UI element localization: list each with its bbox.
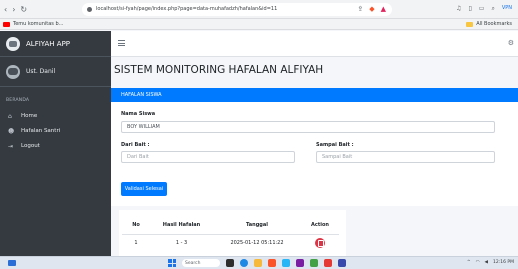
sidebar-item-label: Hafalan Santri: [21, 128, 61, 134]
vscode-icon[interactable]: [282, 259, 290, 267]
brave-icon[interactable]: [268, 259, 276, 267]
hafalan-card: HAFALAN SISWA: [111, 88, 518, 206]
taskbar-time[interactable]: 12:16 PM: [493, 260, 514, 265]
table-row: 1 1 - 3 2025-01-12 05:11:22: [122, 233, 339, 251]
brand-text: ALFIYAH APP: [26, 39, 71, 48]
column-header: Action: [311, 222, 329, 229]
music-icon[interactable]: ♫: [456, 5, 461, 13]
sampai-bait-input[interactable]: Sampai Bait: [316, 151, 495, 163]
taskbar-search[interactable]: Search: [182, 259, 220, 267]
task-view-icon[interactable]: [226, 259, 234, 267]
volume-icon[interactable]: ◀: [485, 260, 488, 265]
folder-icon: [466, 21, 474, 27]
sampai-bait-label: Sampai Bait :: [316, 142, 354, 148]
brave-rewards-icon[interactable]: ▲: [381, 5, 386, 13]
forward-icon[interactable]: ›: [12, 5, 15, 14]
settings-icon[interactable]: ⚙: [508, 39, 514, 47]
top-navbar: ⚙: [111, 31, 518, 57]
cell-hasil-hafalan: 1 - 3: [150, 233, 213, 251]
users-icon: ☻: [8, 127, 15, 135]
app-icon[interactable]: [310, 259, 318, 267]
taskbar: Search ^ ◠ ◀ 12:16 PM: [0, 256, 518, 269]
search-icon[interactable]: ⌕: [491, 5, 494, 13]
user-name: Ust. Danil: [26, 68, 56, 75]
file-explorer-icon[interactable]: [254, 259, 262, 267]
reload-icon[interactable]: ↻: [20, 5, 27, 14]
cell-tanggal: 2025-01-12 05:11:22: [213, 233, 301, 251]
sidebar-item-label: Home: [21, 113, 38, 119]
sidebar: ALFIYAH APP Ust. Danil BERANDA ⌂ Home ☻ …: [0, 31, 111, 256]
wifi-icon[interactable]: ◠: [476, 260, 480, 265]
logout-icon: ⇥: [8, 142, 14, 150]
browser-toolbar: ‹ › ↻ localhost/si-fyah/page/index.php?p…: [0, 0, 518, 19]
dari-bait-label: Dari Bait :: [121, 142, 150, 148]
widgets-icon[interactable]: [8, 260, 16, 266]
nama-siswa-field[interactable]: BOY WILLIAM: [121, 121, 495, 133]
site-info-icon[interactable]: [87, 6, 92, 12]
back-icon[interactable]: ‹: [4, 5, 7, 14]
sidebar-item-hafalan-santri[interactable]: ☻ Hafalan Santri: [0, 124, 111, 138]
sidebar-icon[interactable]: ▯: [468, 5, 471, 13]
table-header-row: No Hasil Hafalan Tanggal Action: [122, 217, 339, 234]
page-title: SISTEM MONITORING HAFALAN ALFIYAH: [114, 64, 324, 76]
vpn-button[interactable]: VPN: [502, 5, 512, 13]
brand-link[interactable]: ALFIYAH APP: [0, 31, 111, 57]
home-icon: ⌂: [8, 112, 12, 120]
browser-extensions: ♫ ▯ ▭ ⌕ VPN: [456, 5, 518, 13]
app-icon[interactable]: [338, 259, 346, 267]
validasi-selesai-button[interactable]: Validasi Selesai: [121, 182, 167, 196]
all-bookmarks-label: All Bookmarks: [476, 21, 512, 27]
user-panel[interactable]: Ust. Danil: [0, 57, 111, 87]
all-bookmarks[interactable]: All Bookmarks: [466, 21, 518, 27]
sidebar-item-home[interactable]: ⌂ Home: [0, 109, 111, 123]
nama-siswa-label: Nama Siswa: [121, 111, 156, 117]
delete-icon[interactable]: [315, 237, 325, 248]
cell-action: [301, 233, 339, 251]
hafalan-table-card: No Hasil Hafalan Tanggal Action 1 1 - 3 …: [119, 210, 346, 256]
edge-icon[interactable]: [240, 259, 248, 267]
sidebar-item-logout[interactable]: ⇥ Logout: [0, 139, 111, 153]
wallet-icon[interactable]: ▭: [479, 5, 485, 13]
cell-no: 1: [122, 233, 150, 251]
share-icon[interactable]: ⇪: [357, 5, 363, 13]
column-header: Tanggal: [246, 222, 268, 229]
taskbar-search-label: Search: [185, 260, 201, 266]
windows-start-icon[interactable]: [168, 259, 176, 267]
address-bar[interactable]: localhost/si-fyah/page/index.php?page=da…: [82, 2, 392, 16]
column-header: No: [132, 222, 140, 229]
avatar: [6, 64, 20, 79]
browser-nav-buttons: ‹ › ↻: [0, 5, 70, 14]
dari-bait-input[interactable]: Dari Bait: [121, 151, 295, 163]
youtube-icon: [3, 21, 10, 27]
url-text: localhost/si-fyah/page/index.php?page=da…: [96, 6, 278, 12]
bookmark-label: Temu komunitas b...: [13, 21, 64, 27]
bookmark-item[interactable]: Temu komunitas b...: [0, 21, 63, 27]
tray-chevron-icon[interactable]: ^: [467, 260, 471, 265]
brave-shield-icon[interactable]: ◆: [369, 5, 374, 13]
sidebar-item-label: Logout: [21, 143, 40, 149]
brand-logo-icon: [6, 36, 20, 51]
app-icon[interactable]: [324, 259, 332, 267]
card-header: HAFALAN SISWA: [111, 88, 518, 102]
menu-toggle-icon[interactable]: [118, 40, 125, 48]
app-icon[interactable]: [296, 259, 304, 267]
hafalan-table: No Hasil Hafalan Tanggal Action 1 1 - 3 …: [122, 217, 339, 251]
bookmarks-bar: Temu komunitas b... All Bookmarks: [0, 19, 518, 30]
column-header: Hasil Hafalan: [162, 222, 201, 229]
nav-header: BERANDA: [6, 98, 30, 103]
